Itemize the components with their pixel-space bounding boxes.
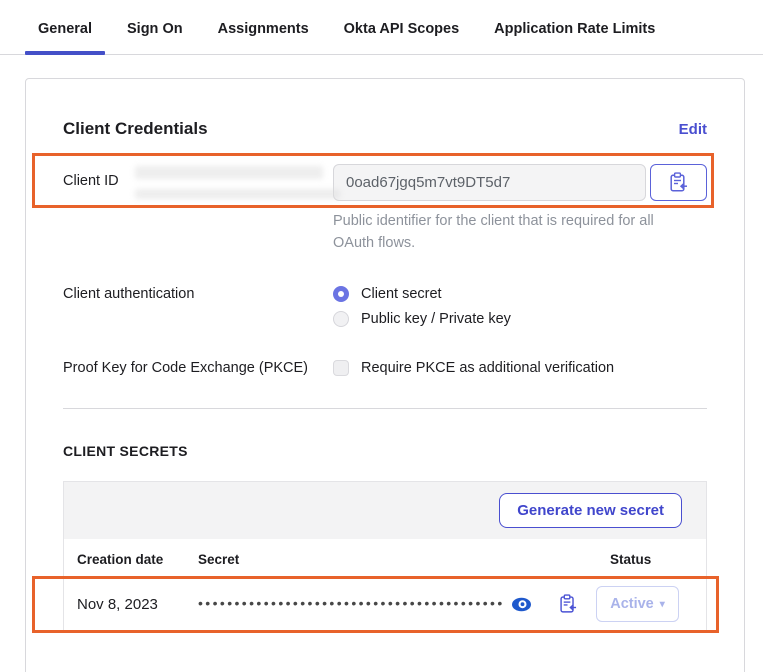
client-id-help-text: Public identifier for the client that is… [333,210,673,254]
chevron-down-icon: ▾ [660,599,665,610]
client-authentication-row: Client authentication Client secret Publ… [63,286,707,336]
secret-creation-date: Nov 8, 2023 [77,596,198,613]
app-tabs: General Sign On Assignments Okta API Sco… [0,0,763,55]
auth-option-public-private-key: Public key / Private key [333,311,707,327]
client-id-copy-button[interactable] [650,164,707,201]
column-header-status: Status [610,552,706,567]
pkce-label: Proof Key for Code Exchange (PKCE) [63,360,333,376]
eye-icon [511,597,532,612]
okta-app-settings-page: General Sign On Assignments Okta API Sco… [0,0,763,672]
client-secrets-title: CLIENT SECRETS [63,443,707,459]
status-cell: Active ▾ [596,586,706,622]
copy-secret-button[interactable] [559,594,577,614]
column-header-secret: Secret [198,552,610,567]
client-id-input-group [333,164,707,201]
pkce-checkbox[interactable] [333,360,349,376]
pkce-row: Proof Key for Code Exchange (PKCE) Requi… [63,360,707,376]
radio-public-private-key-label: Public key / Private key [361,311,511,327]
redacted-blur [135,189,340,199]
radio-client-secret-label: Client secret [361,286,442,302]
generate-new-secret-button[interactable]: Generate new secret [499,493,682,528]
clipboard-copy-icon [669,172,688,193]
secret-cell: ••••••••••••••••••••••••••••••••••••••••… [198,594,596,614]
tab-okta-api-scopes[interactable]: Okta API Scopes [331,21,473,54]
status-label: Active [610,596,654,612]
client-authentication-label: Client authentication [63,286,333,302]
auth-option-client-secret: Client secret [333,286,707,302]
tab-general[interactable]: General [25,21,105,54]
masked-secret-value: ••••••••••••••••••••••••••••••••••••••••… [198,595,505,611]
table-header-row: Creation date Secret Status [64,539,706,578]
tab-sign-on[interactable]: Sign On [114,21,196,54]
client-credentials-header: Client Credentials Edit [63,119,707,139]
column-header-creation-date: Creation date [77,552,198,567]
client-id-input[interactable] [333,164,646,201]
general-settings-card: Client Credentials Edit Client ID [25,78,745,672]
pkce-option-label: Require PKCE as additional verification [361,360,614,376]
client-secrets-toolbar: Generate new secret [64,481,706,539]
tab-application-rate-limits[interactable]: Application Rate Limits [481,21,668,54]
pkce-option: Require PKCE as additional verification [333,360,707,376]
redacted-blur [135,166,323,179]
reveal-secret-button[interactable] [511,597,532,612]
radio-client-secret[interactable] [333,286,349,302]
edit-link[interactable]: Edit [679,121,707,138]
client-credentials-title: Client Credentials [63,119,208,139]
client-id-row: Client ID [63,164,707,201]
clipboard-copy-icon [559,594,577,614]
secret-status-dropdown[interactable]: Active ▾ [596,586,679,622]
client-secrets-table: Generate new secret Creation date Secret… [63,481,707,632]
tab-assignments[interactable]: Assignments [205,21,322,54]
table-row: Nov 8, 2023 ••••••••••••••••••••••••••••… [64,578,706,631]
radio-public-private-key[interactable] [333,311,349,327]
section-divider [63,408,707,409]
